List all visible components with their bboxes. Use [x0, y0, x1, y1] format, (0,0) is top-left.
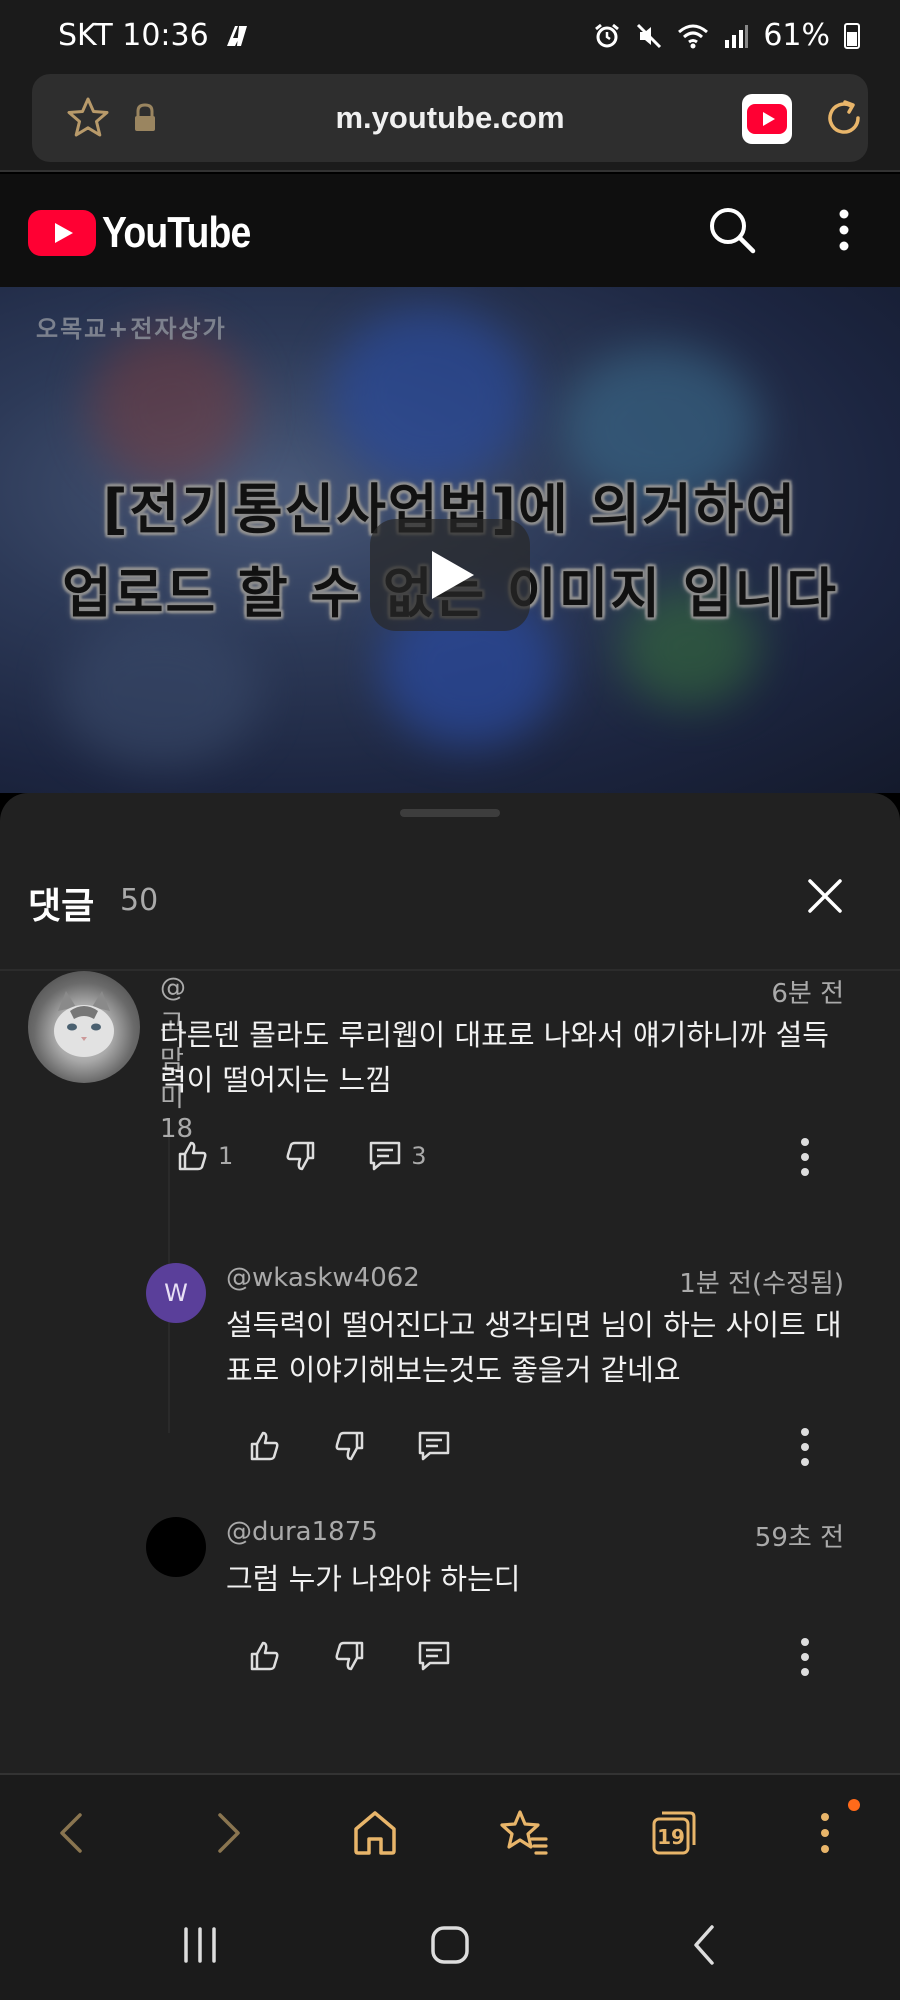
status-bar: SKT 10:36 61%: [0, 0, 900, 72]
mute-icon: [637, 23, 662, 48]
video-watermark: 오목교+전자상가: [36, 315, 227, 343]
tabs-button[interactable]: 19: [650, 1807, 698, 1859]
youtube-logo-text: YouTube: [102, 208, 251, 257]
comment-time: 59초 전: [754, 1523, 844, 1553]
more-vert-icon[interactable]: [826, 208, 862, 252]
signal-icon: [725, 24, 749, 48]
drag-handle[interactable]: [400, 809, 500, 817]
avatar[interactable]: [146, 1517, 206, 1577]
like-button[interactable]: 1: [176, 1139, 233, 1173]
comment-author[interactable]: @wkaskw4062: [226, 1263, 420, 1293]
comment-time: 1분 전(수정됨): [679, 1269, 844, 1299]
dislike-button[interactable]: [332, 1429, 366, 1463]
video-blur-shape: [60, 617, 260, 767]
thumbs-down-icon: [335, 1641, 364, 1671]
home-nav-icon[interactable]: [428, 1923, 472, 1967]
like-button[interactable]: [248, 1639, 282, 1673]
browser-bottom-bar: 19: [0, 1773, 900, 1893]
browser-toolbar: m.youtube.com: [0, 72, 900, 172]
reload-icon[interactable]: [820, 94, 868, 142]
divider: [0, 969, 900, 971]
reply-count: 3: [411, 1142, 427, 1170]
comment-actions: [248, 1429, 452, 1463]
more-vert-icon[interactable]: [790, 1427, 820, 1467]
thumbs-down-icon: [335, 1431, 364, 1461]
back-icon[interactable]: [52, 1807, 92, 1859]
battery-icon: [844, 22, 860, 49]
avatar-letter: W: [164, 1279, 188, 1307]
reply-button[interactable]: [416, 1639, 452, 1673]
youtube-header: YouTube: [0, 174, 900, 287]
system-navigation: [0, 1893, 900, 2000]
thumbs-up-icon: [178, 1141, 207, 1171]
comment-text: 그럼 누가 나와야 하는디: [226, 1562, 521, 1596]
url-bar[interactable]: m.youtube.com: [32, 74, 868, 162]
recent-apps-icon[interactable]: [178, 1923, 222, 1967]
video-blur-shape: [330, 307, 530, 487]
tabs-count: 19: [657, 1825, 685, 1849]
video-player[interactable]: 오목교+전자상가 [전기통신사업법]에 의거하여 업로드 할 수 없는 이미지 …: [0, 287, 900, 793]
comment-actions: 1 3: [176, 1139, 427, 1173]
more-vert-icon[interactable]: [790, 1637, 820, 1677]
comments-count: 50: [120, 883, 159, 918]
comment-time: 6분 전: [771, 979, 844, 1009]
reply-button[interactable]: [416, 1429, 452, 1463]
thumbs-up-icon: [250, 1431, 279, 1461]
youtube-logo[interactable]: YouTube: [28, 208, 277, 258]
comment-author[interactable]: @dura1875: [226, 1517, 378, 1547]
like-button[interactable]: [248, 1429, 282, 1463]
menu-icon[interactable]: [810, 1807, 840, 1859]
alarm-icon: [595, 23, 620, 47]
more-vert-icon[interactable]: [790, 1137, 820, 1177]
dislike-button[interactable]: [283, 1139, 317, 1173]
comment-text: 다른덴 몰라도 루리웹이 대표로 나와서 얘기하니까 설득력이 떨어지는 느낌: [160, 1018, 829, 1097]
comment-actions: [248, 1639, 452, 1673]
cat-avatar-icon: [54, 991, 114, 1057]
bookmarks-icon[interactable]: [498, 1807, 550, 1859]
comment-icon: [370, 1141, 401, 1171]
avatar[interactable]: W: [146, 1263, 206, 1323]
comments-title: 댓글: [28, 886, 95, 927]
youtube-app-icon[interactable]: [742, 94, 792, 144]
notification-dot: [848, 1799, 860, 1811]
back-nav-icon[interactable]: [684, 1923, 728, 1967]
battery-percent: 61%: [763, 18, 830, 53]
home-icon[interactable]: [350, 1807, 400, 1859]
like-count: 1: [218, 1142, 234, 1170]
avatar[interactable]: [28, 971, 140, 1083]
play-button[interactable]: [370, 519, 530, 631]
dislike-button[interactable]: [332, 1639, 366, 1673]
data-saver-icon: [226, 25, 247, 46]
carrier-time: SKT 10:36: [58, 18, 209, 53]
comment-icon: [418, 1431, 450, 1461]
close-icon[interactable]: [800, 871, 850, 921]
status-right: 61%: [593, 18, 860, 53]
search-icon[interactable]: [706, 204, 758, 256]
comment-text: 설득력이 떨어진다고 생각되면 님이 하는 사이트 대표로 이야기해보는것도 좋…: [226, 1308, 842, 1387]
youtube-logo-icon: [28, 210, 96, 256]
video-blur-shape: [90, 327, 250, 487]
thumbs-down-icon: [286, 1141, 315, 1171]
reply-button[interactable]: 3: [367, 1139, 427, 1173]
comments-panel: 댓글 50 @고맘미18 6분 전 다른덴 몰라도 루리웹이 대표로 나와서 얘…: [0, 793, 900, 1773]
status-left: SKT 10:36: [58, 18, 251, 53]
comment-icon: [418, 1641, 450, 1671]
forward-icon[interactable]: [208, 1807, 248, 1859]
thumbs-up-icon: [250, 1641, 279, 1671]
wifi-icon: [678, 24, 709, 48]
